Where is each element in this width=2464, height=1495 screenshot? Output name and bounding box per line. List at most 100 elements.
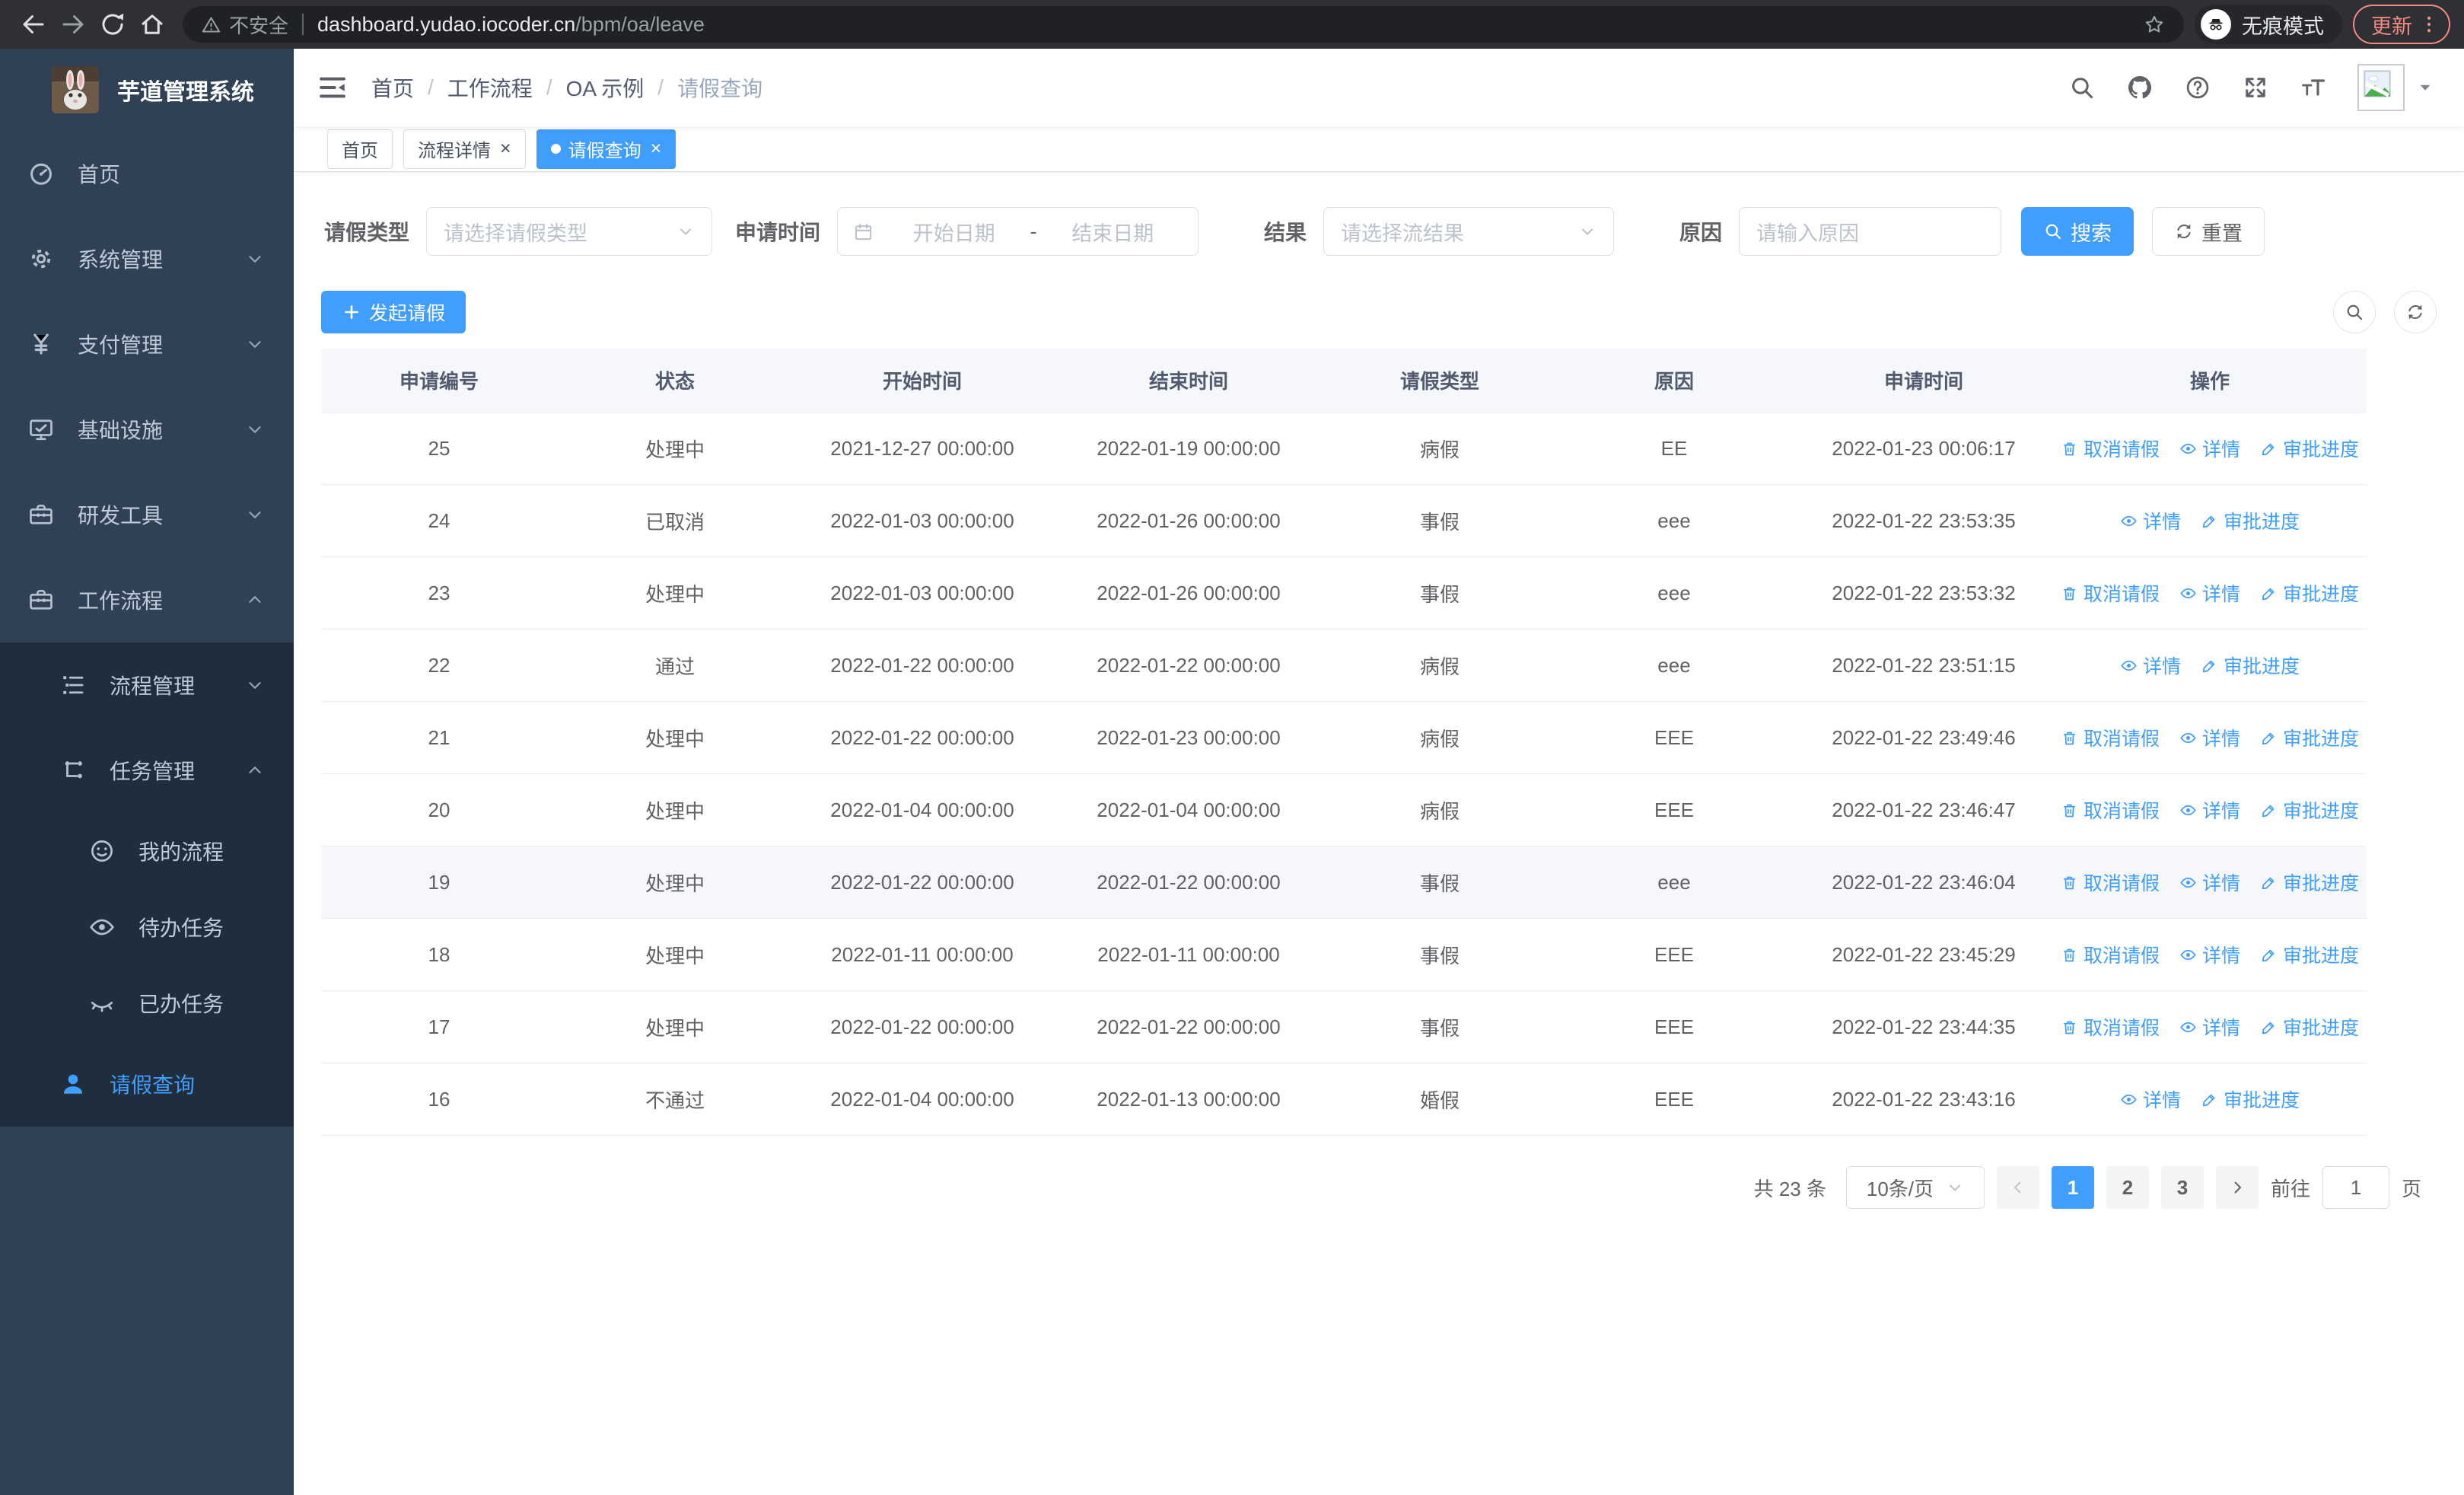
- cell-leave-type: 病假: [1419, 799, 1460, 823]
- approval-progress-link[interactable]: 审批进度: [2201, 652, 2300, 679]
- detail-link[interactable]: 详情: [2120, 507, 2181, 534]
- column-header: 开始时间: [882, 370, 962, 393]
- cancel-leave-link[interactable]: 取消请假: [2061, 724, 2160, 751]
- approval-progress-link[interactable]: 审批进度: [2260, 796, 2359, 824]
- browser-reload-button[interactable]: [93, 5, 132, 44]
- fullscreen-icon[interactable]: [2242, 74, 2269, 101]
- browser-menu-icon[interactable]: [2418, 14, 2440, 35]
- approval-progress-link[interactable]: 审批进度: [2260, 941, 2359, 968]
- page-button-1[interactable]: 1: [2051, 1166, 2094, 1209]
- sidebar-item-todo-tasks[interactable]: 待办任务: [0, 889, 294, 965]
- url-bar[interactable]: 不安全 dashboard.yudao.iocoder.cn/bpm/oa/le…: [183, 6, 2184, 43]
- tab-首页[interactable]: 首页: [327, 129, 393, 169]
- cancel-leave-link[interactable]: 取消请假: [2061, 869, 2160, 896]
- sidebar-item-my-process[interactable]: 我的流程: [0, 813, 294, 889]
- reason-input[interactable]: 请输入原因: [1739, 207, 2001, 256]
- approval-progress-link[interactable]: 审批进度: [2201, 1085, 2300, 1113]
- search-button[interactable]: 搜索: [2021, 207, 2134, 256]
- cancel-leave-link[interactable]: 取消请假: [2061, 1013, 2160, 1041]
- sidebar-item-label: 研发工具: [78, 504, 164, 528]
- approval-progress-link[interactable]: 审批进度: [2260, 435, 2359, 462]
- browser-forward-button[interactable]: [53, 5, 93, 44]
- calendar-icon: [853, 222, 874, 242]
- cancel-leave-link[interactable]: 取消请假: [2061, 796, 2160, 824]
- apply-time-range-input[interactable]: 开始日期 - 结束日期: [837, 207, 1199, 256]
- goto-page-input[interactable]: 1: [2322, 1166, 2389, 1209]
- sidebar-item-infrastructure[interactable]: 基础设施: [0, 387, 294, 472]
- user-avatar-menu[interactable]: [2357, 64, 2434, 111]
- breadcrumb-item[interactable]: 工作流程: [447, 72, 533, 103]
- browser-update-button[interactable]: 更新: [2353, 5, 2450, 44]
- approval-progress-link[interactable]: 审批进度: [2260, 724, 2359, 751]
- sidebar-item-task-management[interactable]: 任务管理: [0, 728, 294, 813]
- face-icon: [88, 837, 116, 865]
- font-size-icon[interactable]: [2300, 74, 2327, 101]
- sidebar-item-home[interactable]: 首页: [0, 131, 294, 216]
- help-icon[interactable]: [2184, 74, 2211, 101]
- page-button-3[interactable]: 3: [2160, 1166, 2204, 1209]
- detail-link[interactable]: 详情: [2179, 435, 2240, 462]
- github-icon[interactable]: [2126, 74, 2154, 101]
- column-header: 状态: [654, 370, 695, 393]
- tab-请假查询[interactable]: 请假查询 ×: [536, 129, 676, 169]
- browser-back-button[interactable]: [14, 5, 53, 44]
- sidebar-item-dev-tools[interactable]: 研发工具: [0, 472, 294, 557]
- avatar: [2357, 64, 2405, 111]
- action-label: 取消请假: [2083, 439, 2160, 461]
- search-icon[interactable]: [2068, 74, 2096, 101]
- sidebar-collapse-icon[interactable]: [317, 72, 349, 104]
- result-select[interactable]: 请选择流结果: [1323, 207, 1614, 256]
- approval-progress-link[interactable]: 审批进度: [2260, 869, 2359, 896]
- sidebar-item-leave-query[interactable]: 请假查询: [0, 1041, 294, 1127]
- sidebar-item-system-management[interactable]: 系统管理: [0, 216, 294, 301]
- close-icon[interactable]: ×: [651, 138, 662, 160]
- caret-down-icon: [2417, 79, 2434, 96]
- cancel-leave-link[interactable]: 取消请假: [2061, 579, 2160, 607]
- detail-link[interactable]: 详情: [2179, 1013, 2240, 1041]
- approval-progress-link[interactable]: 审批进度: [2201, 507, 2300, 534]
- next-page-button[interactable]: [2215, 1166, 2259, 1209]
- action-label: 审批进度: [2224, 1090, 2300, 1111]
- bookmark-star-icon[interactable]: [2143, 13, 2166, 36]
- detail-link[interactable]: 详情: [2179, 869, 2240, 896]
- edit-icon: [2260, 802, 2278, 819]
- cell-apply-no: 24: [428, 508, 450, 532]
- reset-button[interactable]: 重置: [2152, 207, 2265, 256]
- detail-link[interactable]: 详情: [2179, 796, 2240, 824]
- toggle-search-button[interactable]: [2333, 291, 2376, 333]
- app-logo-row[interactable]: 芋道管理系统: [0, 49, 294, 131]
- page-size-select[interactable]: 10条/页: [1845, 1166, 1985, 1209]
- cell-end-time: 2022-01-13 00:00:00: [1097, 1087, 1281, 1111]
- create-leave-button[interactable]: 发起请假: [321, 291, 466, 333]
- eye-icon: [2120, 657, 2138, 674]
- detail-link[interactable]: 详情: [2179, 941, 2240, 968]
- page-unit-label: 页: [2401, 1177, 2421, 1200]
- breadcrumb-item[interactable]: 首页: [371, 72, 414, 103]
- sidebar-item-workflow[interactable]: 工作流程: [0, 557, 294, 642]
- leave-type-select[interactable]: 请选择请假类型: [426, 207, 712, 256]
- page-button-2[interactable]: 2: [2106, 1166, 2149, 1209]
- sidebar-item-payment-management[interactable]: 支付管理: [0, 301, 294, 387]
- cell-actions: 详情 审批进度: [2053, 1085, 2367, 1113]
- close-icon[interactable]: ×: [500, 138, 511, 160]
- sidebar-item-label: 支付管理: [78, 333, 164, 357]
- prev-page-button[interactable]: [1996, 1166, 2039, 1209]
- cancel-leave-link[interactable]: 取消请假: [2061, 435, 2160, 462]
- chevron-down-icon: [245, 334, 265, 354]
- sidebar-item-process-management[interactable]: 流程管理: [0, 642, 294, 728]
- cancel-leave-link[interactable]: 取消请假: [2061, 941, 2160, 968]
- eye-icon: [2179, 1018, 2197, 1036]
- browser-home-button[interactable]: [132, 5, 172, 44]
- detail-link[interactable]: 详情: [2120, 1085, 2181, 1113]
- refresh-table-button[interactable]: [2394, 291, 2437, 333]
- breadcrumb-item[interactable]: OA 示例: [566, 72, 645, 103]
- detail-link[interactable]: 详情: [2120, 652, 2181, 679]
- detail-link[interactable]: 详情: [2179, 724, 2240, 751]
- edit-icon: [2201, 657, 2218, 674]
- approval-progress-link[interactable]: 审批进度: [2260, 1013, 2359, 1041]
- detail-link[interactable]: 详情: [2179, 579, 2240, 607]
- tab-流程详情[interactable]: 流程详情 ×: [403, 129, 526, 169]
- column-header: 申请编号: [399, 370, 479, 393]
- approval-progress-link[interactable]: 审批进度: [2260, 579, 2359, 607]
- sidebar-item-done-tasks[interactable]: 已办任务: [0, 965, 294, 1041]
